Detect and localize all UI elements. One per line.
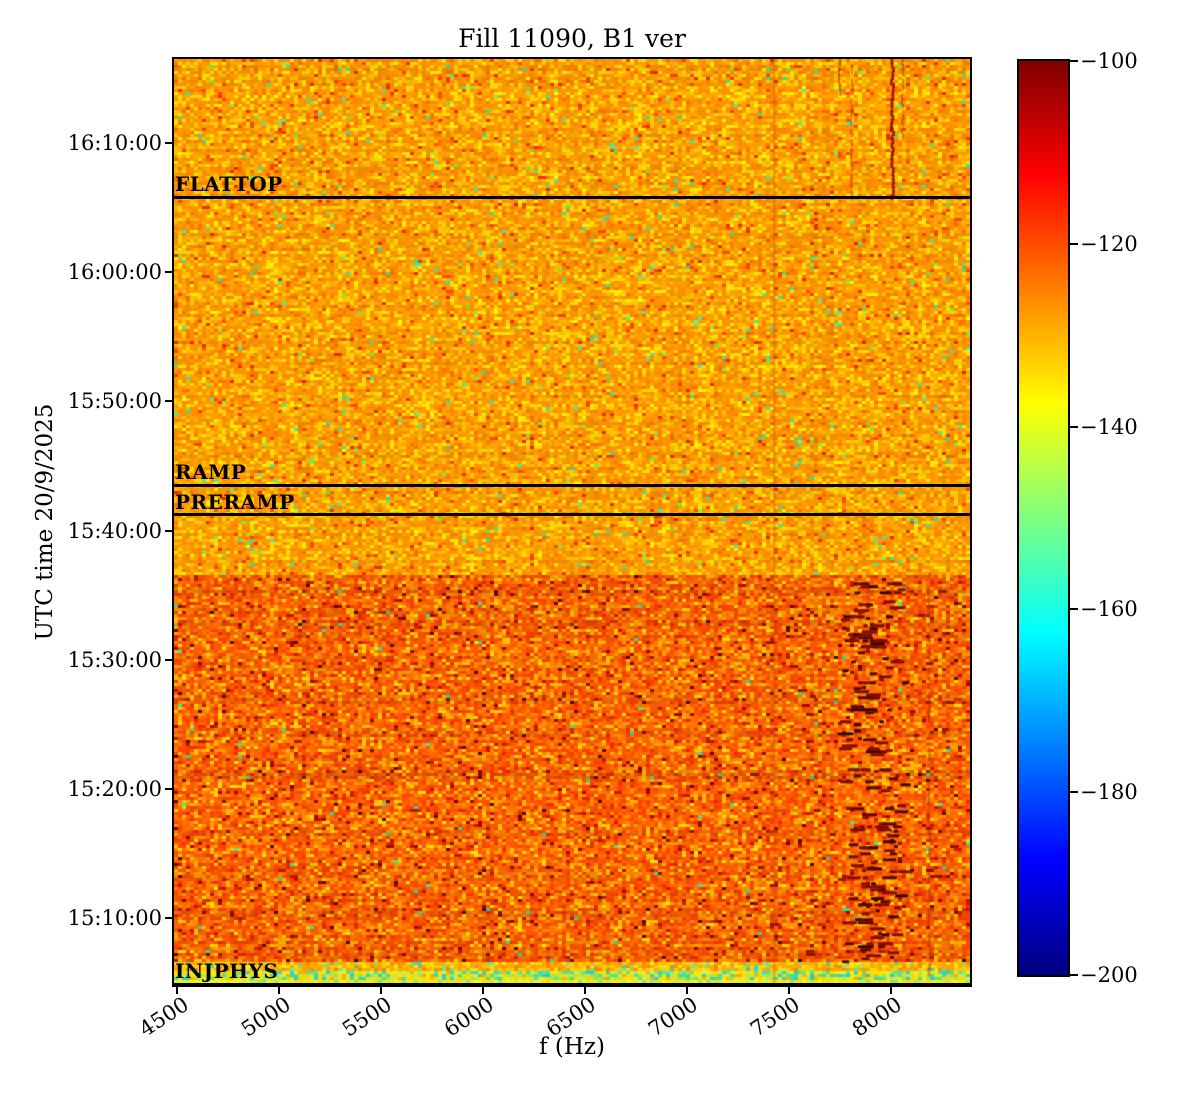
colorbar-tick-label: −120 <box>1080 231 1138 257</box>
colorbar-tick-mark <box>1070 60 1078 62</box>
colorbar-tick-label: −160 <box>1080 596 1138 622</box>
colorbar-tick-mark <box>1070 608 1078 610</box>
annotation-label-preramp: PRERAMP <box>175 490 295 514</box>
y-tick-label: 16:00:00 <box>68 259 162 285</box>
colorbar-tick-mark <box>1070 974 1078 976</box>
colorbar-tick-label: −180 <box>1080 779 1138 805</box>
annotation-label-injphys: INJPHYS <box>175 959 278 983</box>
y-tick-mark <box>165 659 174 661</box>
y-tick-mark <box>165 271 174 273</box>
y-tick-label: 15:20:00 <box>68 776 162 802</box>
y-tick-mark <box>165 917 174 919</box>
y-tick-mark <box>165 788 174 790</box>
colorbar-tick-label: −200 <box>1080 962 1138 988</box>
y-tick-mark <box>165 142 174 144</box>
colorbar-tick-label: −140 <box>1080 414 1138 440</box>
y-tick-label: 15:40:00 <box>68 518 162 544</box>
annotation-label-ramp: RAMP <box>175 460 246 484</box>
annotation-line-injphys <box>174 983 970 986</box>
colorbar-gradient <box>1019 61 1068 975</box>
colorbar-tick-label: −100 <box>1080 48 1138 74</box>
y-tick-label: 15:30:00 <box>68 647 162 673</box>
y-tick-label: 15:50:00 <box>68 388 162 414</box>
annotation-line-flattop <box>174 196 970 199</box>
y-tick-label: 15:10:00 <box>68 905 162 931</box>
y-tick-mark <box>165 400 174 402</box>
x-axis-label: f (Hz) <box>174 1034 970 1060</box>
colorbar-tick-mark <box>1070 426 1078 428</box>
annotation-line-ramp <box>174 484 970 487</box>
annotation-label-flattop: FLATTOP <box>175 172 283 196</box>
y-tick-label: 16:10:00 <box>68 130 162 156</box>
colorbar-tick-mark <box>1070 791 1078 793</box>
y-tick-mark <box>165 530 174 532</box>
y-axis-label: UTC time 20/9/2025 <box>32 404 58 641</box>
spectrogram-figure: Fill 11090, B1 ver UTC time 20/9/2025 f … <box>0 0 1200 1100</box>
colorbar-tick-mark <box>1070 243 1078 245</box>
chart-title: Fill 11090, B1 ver <box>174 24 970 53</box>
